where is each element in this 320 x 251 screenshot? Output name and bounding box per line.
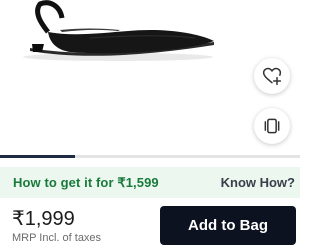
product-image[interactable] xyxy=(0,0,300,157)
similar-products-button[interactable] xyxy=(254,108,290,144)
carousel-active-segment xyxy=(0,155,75,158)
stacked-cards-icon xyxy=(264,118,280,134)
know-how-link[interactable]: Know How? xyxy=(221,175,295,190)
offer-text: How to get it for ₹1,599 xyxy=(13,174,159,190)
heart-plus-icon xyxy=(262,67,282,86)
image-carousel-indicator xyxy=(0,155,300,158)
price: ₹1,999 xyxy=(12,208,75,230)
mrp-note: MRP Incl. of taxes xyxy=(12,232,102,244)
add-to-bag-button[interactable]: Add to Bag xyxy=(160,206,296,245)
wishlist-button[interactable] xyxy=(254,58,290,94)
offer-banner[interactable]: How to get it for ₹1,599 Know How? xyxy=(0,167,300,198)
